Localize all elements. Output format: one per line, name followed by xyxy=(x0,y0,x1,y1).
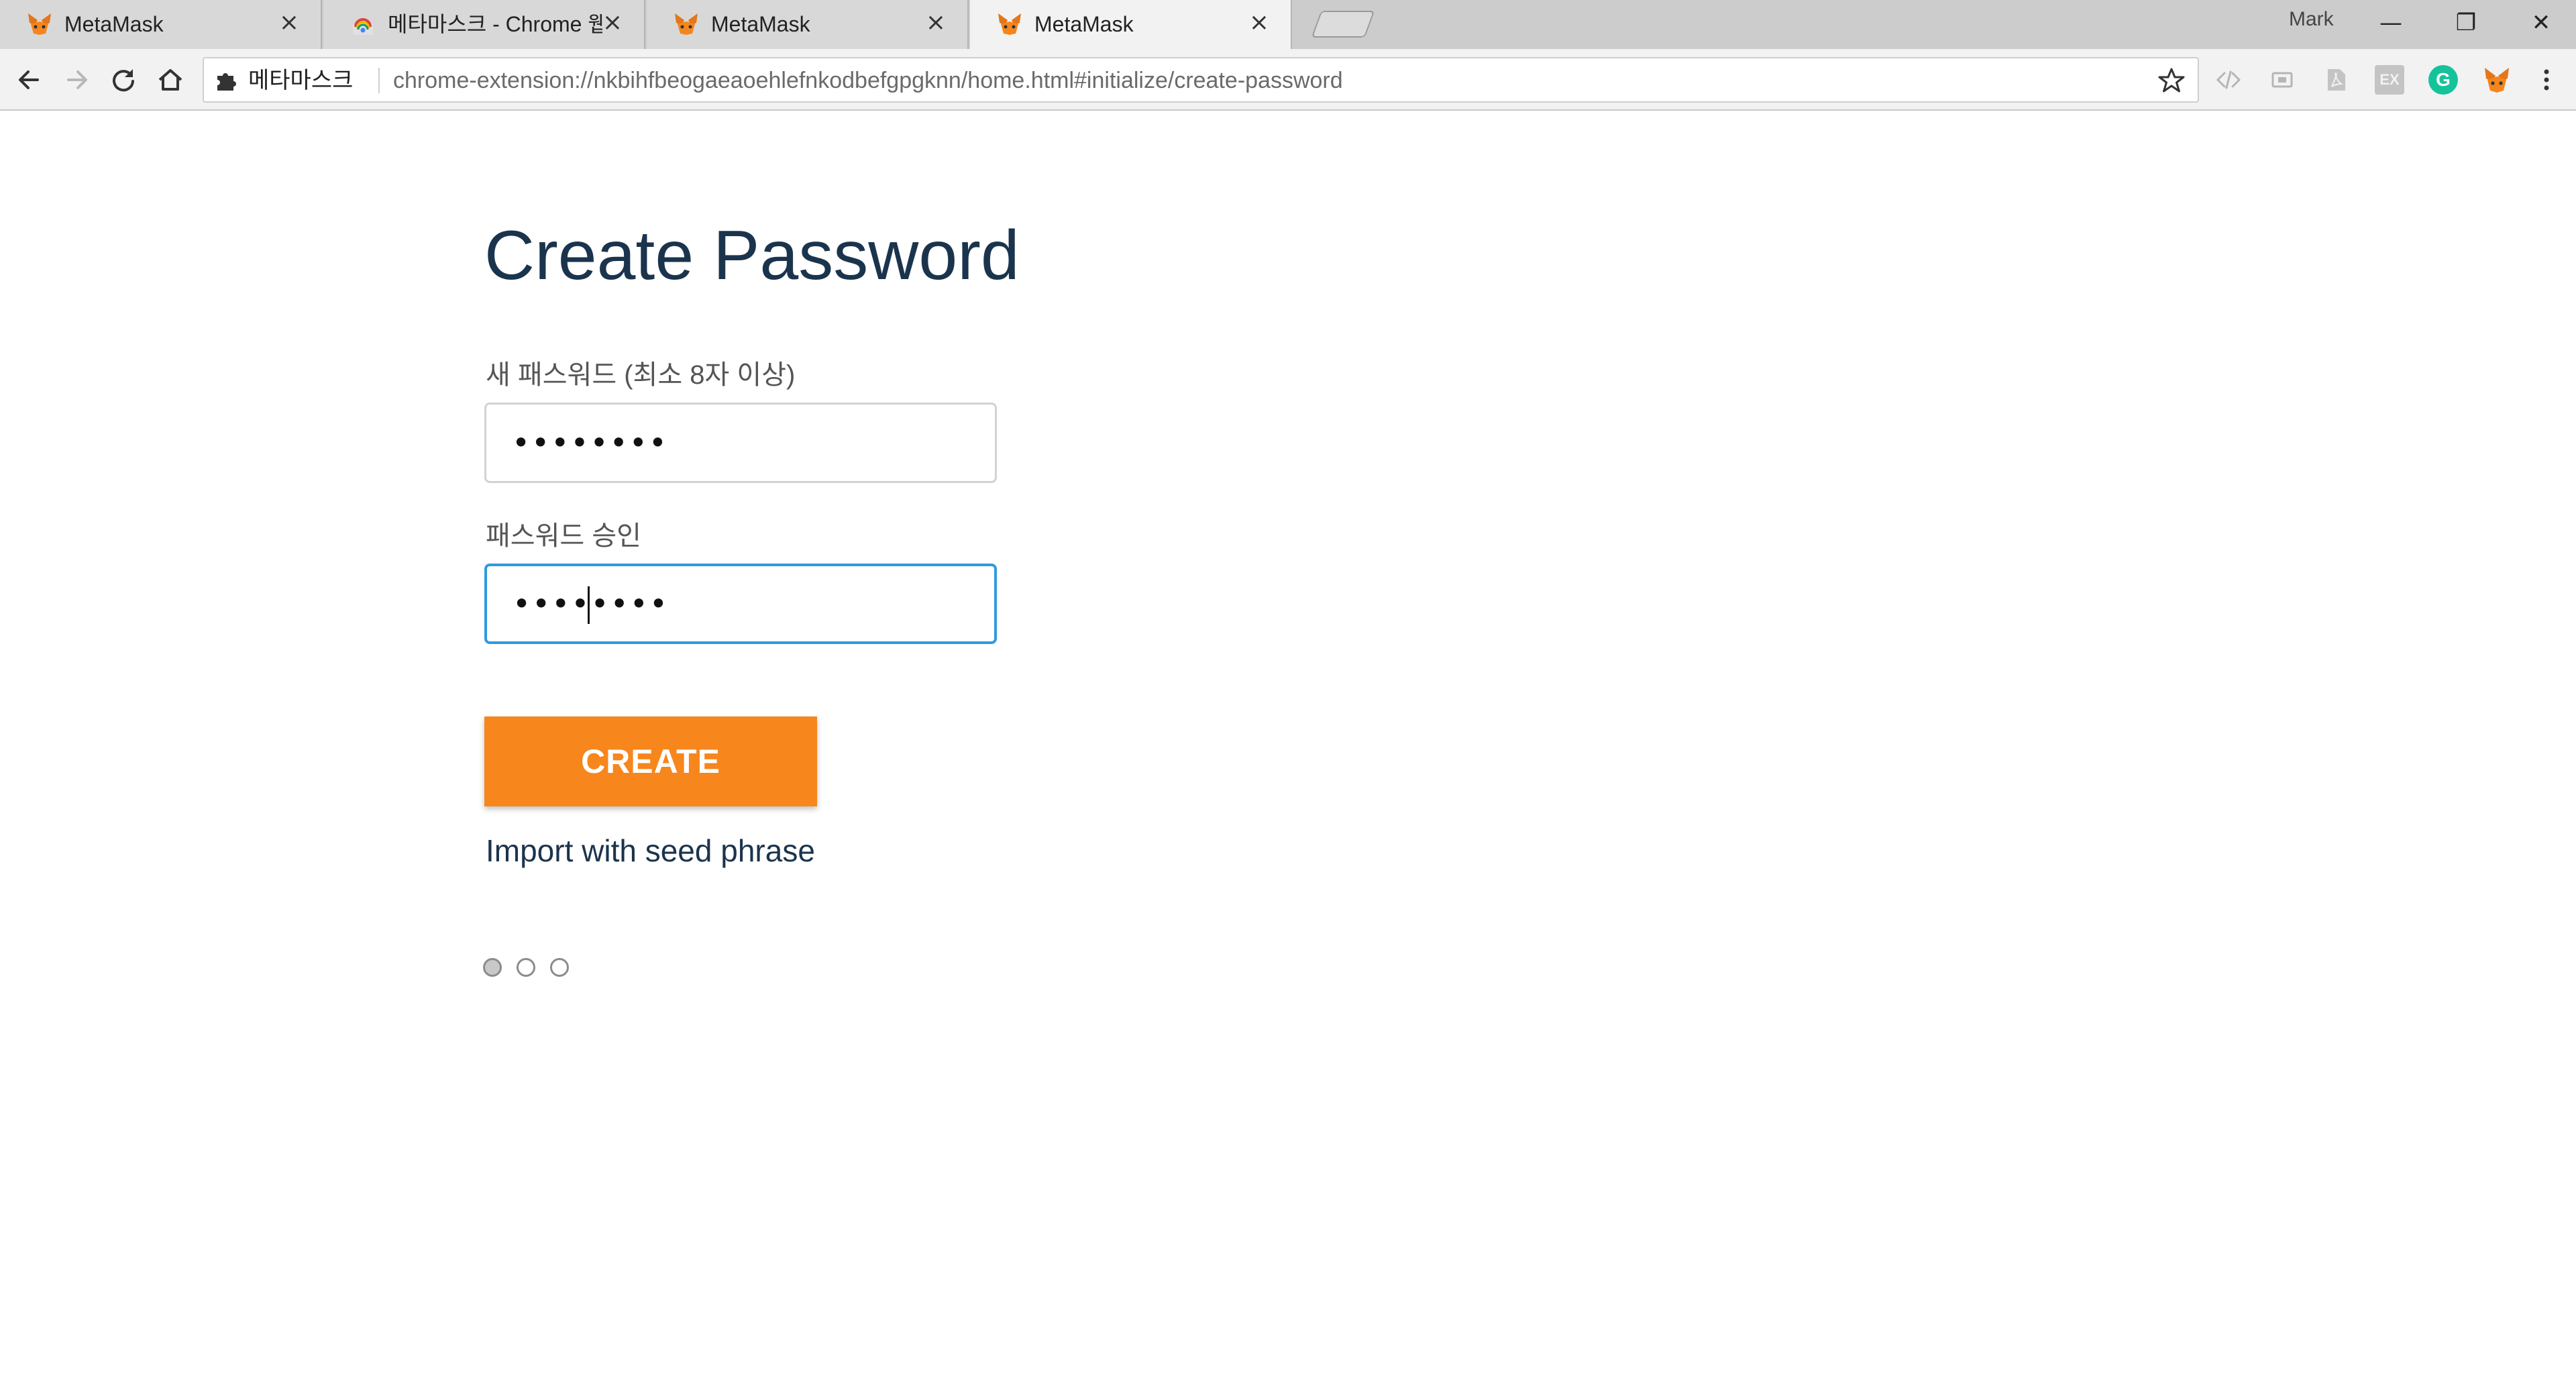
import-seed-phrase-link[interactable]: Import with seed phrase xyxy=(486,829,815,872)
restore-button[interactable]: ❐ xyxy=(2432,3,2500,43)
close-icon[interactable]: × xyxy=(1249,9,1269,36)
new-tab-button[interactable] xyxy=(1311,11,1375,38)
code-icon[interactable] xyxy=(2214,65,2243,95)
metamask-fox-icon[interactable] xyxy=(2482,65,2512,95)
url-text[interactable]: chrome-extension://nkbihfbeogaeaoehlefnk… xyxy=(393,66,1343,95)
step-dot-3 xyxy=(550,958,569,977)
ex-icon[interactable]: EX xyxy=(2375,65,2404,95)
tab-chrome-web-store[interactable]: 메타마스크 - Chrome 웹 × xyxy=(323,0,645,49)
confirm-password-label: 패스워드 승인 xyxy=(486,521,641,551)
tab-title: 메타마스크 - Chrome 웹 xyxy=(388,12,602,36)
address-separator xyxy=(378,68,380,93)
address-bar[interactable]: 메타마스크 chrome-extension://nkbihfbeogaeaoe… xyxy=(203,57,2199,103)
reload-icon[interactable] xyxy=(105,61,142,99)
step-dot-2 xyxy=(517,958,535,977)
forward-arrow-icon[interactable] xyxy=(58,61,95,99)
bookmark-star-icon[interactable] xyxy=(2157,66,2186,95)
close-icon[interactable]: × xyxy=(602,9,623,36)
tab-metamask-active[interactable]: MetaMask × xyxy=(970,0,1292,50)
metamask-fox-icon xyxy=(28,13,51,35)
cast-icon[interactable] xyxy=(2267,65,2297,95)
page-title: Create Password xyxy=(484,217,1020,295)
site-label: 메타마스크 xyxy=(248,68,354,93)
tab-metamask-2[interactable]: MetaMask × xyxy=(647,0,969,49)
home-icon[interactable] xyxy=(152,61,189,99)
grammarly-icon[interactable]: G xyxy=(2428,65,2458,95)
minimize-button[interactable]: — xyxy=(2357,3,2424,43)
close-window-button[interactable]: ✕ xyxy=(2508,3,2575,43)
chrome-web-store-icon xyxy=(353,18,373,35)
tab-title: MetaMask xyxy=(64,12,164,36)
close-icon[interactable]: × xyxy=(279,9,299,36)
pdf-icon[interactable] xyxy=(2321,65,2351,95)
metamask-fox-icon xyxy=(998,13,1021,35)
extension-puzzle-icon xyxy=(217,73,236,91)
tab-title: MetaMask xyxy=(1034,12,1134,36)
close-icon[interactable]: × xyxy=(926,9,946,36)
metamask-fox-icon xyxy=(675,13,698,35)
tab-strip: MetaMask × 메타마스크 - Chrome 웹 × MetaMask × xyxy=(0,0,2576,50)
tab-title: MetaMask xyxy=(711,12,810,36)
tab-metamask-1[interactable]: MetaMask × xyxy=(0,0,322,49)
confirm-password-input[interactable] xyxy=(487,566,994,641)
back-arrow-icon[interactable] xyxy=(11,61,48,99)
new-password-input[interactable] xyxy=(486,405,995,481)
browser-toolbar: 메타마스크 chrome-extension://nkbihfbeogaeaoe… xyxy=(0,49,2576,111)
confirm-password-field[interactable] xyxy=(484,564,997,644)
step-dot-1 xyxy=(483,958,502,977)
text-caret xyxy=(588,586,590,624)
menu-icon[interactable] xyxy=(2532,65,2561,95)
create-button[interactable]: CREATE xyxy=(484,716,817,806)
new-password-field[interactable] xyxy=(484,403,997,483)
profile-name[interactable]: Mark xyxy=(2289,8,2334,31)
new-password-label: 새 패스워드 (최소 8자 이상) xyxy=(486,360,796,390)
